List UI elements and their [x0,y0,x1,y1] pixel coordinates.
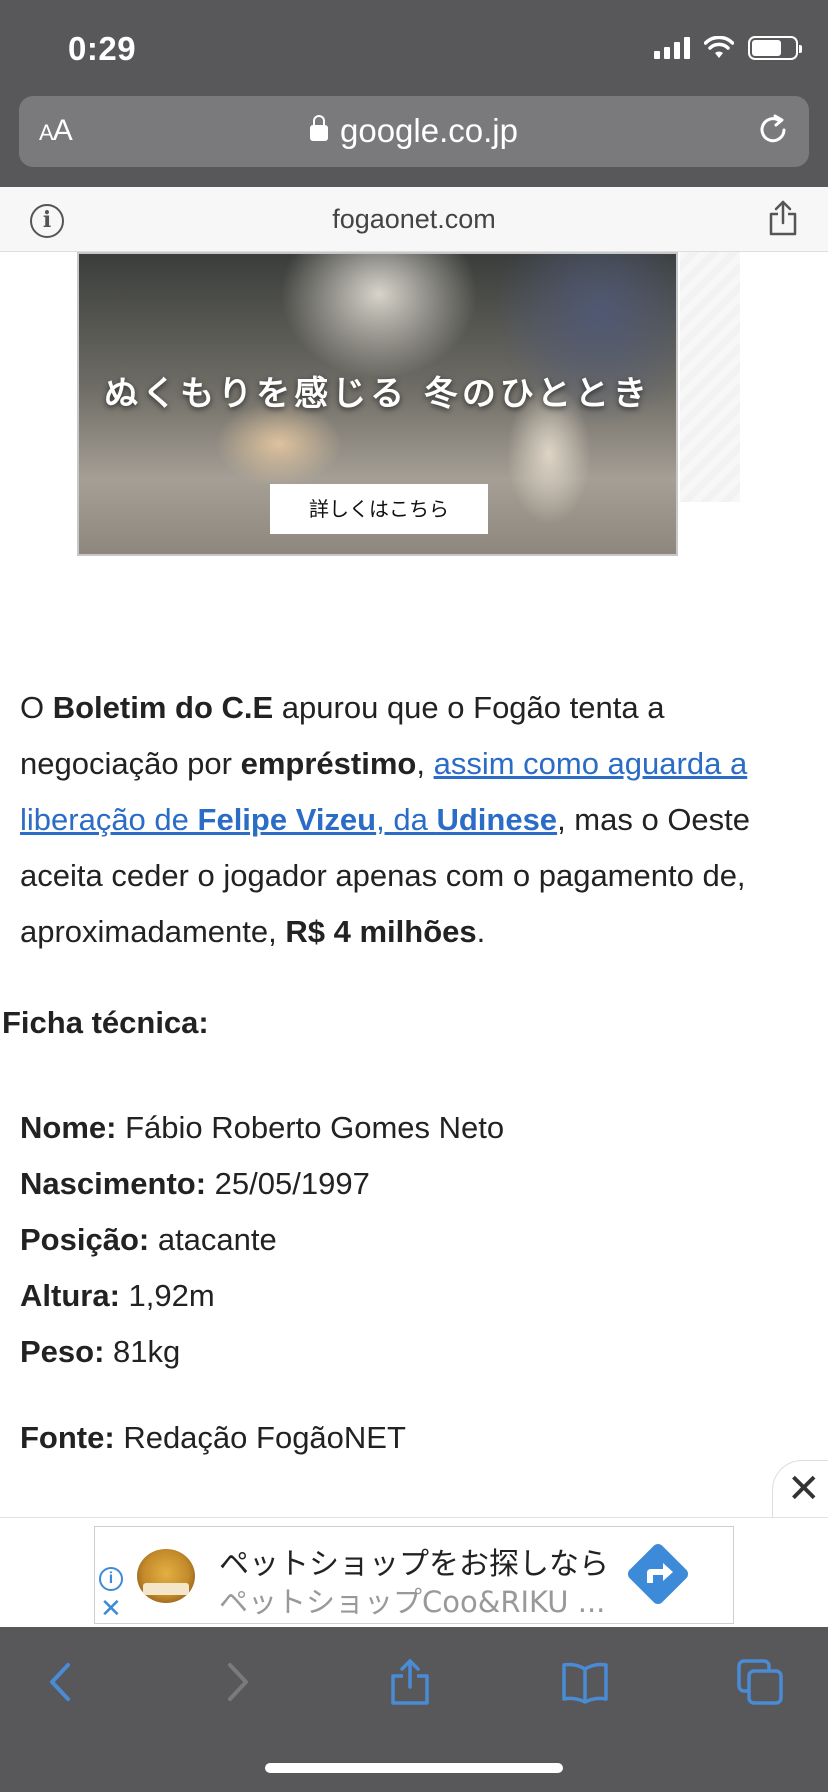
text: O [20,690,53,725]
ficha-row: Posição: atacante [20,1212,504,1268]
ficha-row: Nome: Fábio Roberto Gomes Neto [20,1100,504,1156]
text-bold: R$ 4 milhões [285,914,477,949]
bookmarks-icon[interactable] [560,1657,610,1707]
close-icon: ✕ [787,1467,821,1511]
source-value: Redação FogãoNET [114,1420,406,1455]
ficha-value: 1,92m [119,1278,215,1313]
ad-cta-button[interactable]: 詳しくはこちら [270,484,488,534]
share-icon[interactable] [766,199,800,237]
ficha-value: 81kg [104,1334,181,1369]
bottom-ad[interactable]: i ✕ ペットショップをお探しなら ペットショップCoo&RIKU ... [94,1526,734,1624]
status-icons [654,36,802,60]
battery-icon [748,36,802,60]
bottom-ad-subtitle: ペットショップCoo&RIKU ... [219,1585,606,1619]
ad-close-button[interactable]: ✕ [772,1460,828,1518]
share-icon[interactable] [385,1657,435,1707]
url-display[interactable]: google.co.jp [19,112,809,150]
source-line: Fonte: Redação FogãoNET [20,1420,406,1456]
text-bold: empréstimo [240,746,417,781]
reload-icon[interactable] [755,112,791,148]
browser-top-chrome: 0:29 AA google.co.jp [0,0,828,187]
wifi-icon [704,36,734,58]
tabs-icon[interactable] [735,1657,785,1707]
text-bold: Boletim do C.E [52,690,274,725]
ficha-value: 25/05/1997 [206,1166,370,1201]
lock-icon [310,115,328,141]
shop-logo [137,1549,195,1603]
address-bar[interactable]: AA google.co.jp [19,96,809,167]
ficha-label: Nascimento: [20,1166,207,1201]
text: , [416,746,434,781]
directions-arrow-icon[interactable] [623,1539,693,1609]
source-label: Fonte: [20,1420,115,1455]
bottom-ad-container: i ✕ ペットショップをお探しなら ペットショップCoo&RIKU ... [0,1517,828,1627]
ficha-label: Posição: [20,1222,150,1257]
ficha-title: Ficha técnica: [2,1005,209,1040]
info-icon[interactable]: i [99,1567,123,1591]
ficha-row: Peso: 81kg [20,1324,504,1380]
ficha-list: Nome: Fábio Roberto Gomes Neto Nasciment… [20,1100,504,1380]
article-paragraph: O Boletim do C.E apurou que o Fogão tent… [20,680,810,960]
ficha-label: Altura: [20,1278,120,1313]
ad-dismiss-icon[interactable]: ✕ [100,1595,122,1621]
ficha-row: Altura: 1,92m [20,1268,504,1324]
forward-icon[interactable] [210,1657,260,1707]
ad-banner-image[interactable]: ぬくもりを感じる 冬のひととき 詳しくはこちら [77,252,678,556]
text: . [476,914,486,949]
bottom-ad-title: ペットショップをお探しなら [219,1547,609,1582]
ficha-value: atacante [149,1222,277,1257]
home-indicator[interactable] [265,1763,563,1773]
url-text: google.co.jp [340,112,518,149]
ficha-label: Nome: [20,1110,117,1145]
ad-headline: ぬくもりを感じる 冬のひととき [104,374,651,414]
back-icon[interactable] [38,1657,88,1707]
link-text-bold: Udinese [436,802,558,837]
link-text: , da [376,802,437,837]
link-text-bold: Felipe Vizeu [197,802,377,837]
ad-side-pattern [680,252,740,502]
ficha-label: Peso: [20,1334,105,1369]
ficha-value: Fábio Roberto Gomes Neto [116,1110,505,1145]
site-info-bar: i fogaonet.com [0,187,828,252]
cellular-signal-icon [654,37,690,59]
site-domain: fogaonet.com [332,204,496,234]
status-time: 0:29 [68,30,137,67]
ficha-row: Nascimento: 25/05/1997 [20,1156,504,1212]
